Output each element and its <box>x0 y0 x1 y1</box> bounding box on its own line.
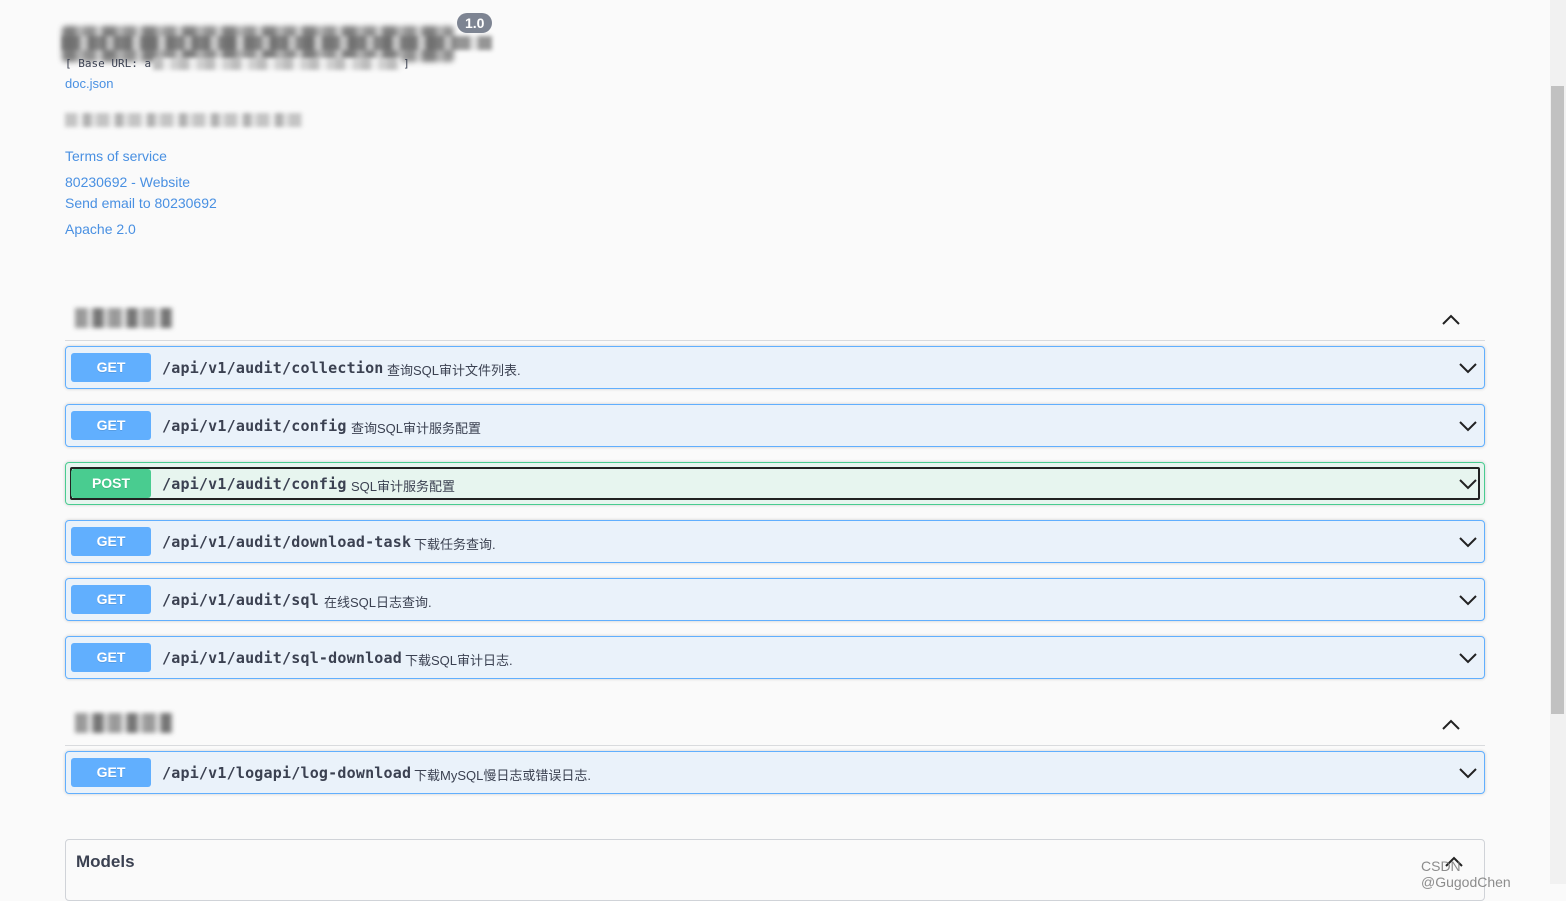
watermark: CSDN @GugodChen <box>1421 858 1511 890</box>
operation-path: /api/v1/audit/download-task <box>162 533 412 551</box>
operation-path: /api/v1/audit/collection <box>162 359 384 377</box>
terms-of-service-link[interactable]: Terms of service <box>65 148 167 164</box>
method-badge: GET <box>71 643 151 672</box>
redacted-tag-name <box>75 713 173 733</box>
redacted-description <box>65 113 303 127</box>
chevron-down-icon[interactable] <box>1458 416 1478 436</box>
operation-post-audit-config[interactable]: POST /api/v1/audit/config SQL审计服务配置 <box>65 462 1485 505</box>
operation-summary: 在线SQL日志查询. <box>324 595 432 610</box>
api-title <box>62 10 502 62</box>
operation-summary: SQL审计服务配置 <box>351 479 456 494</box>
website-link[interactable]: 80230692 - Website <box>65 174 190 190</box>
operation-summary: 下载MySQL慢日志或错误日志. <box>414 768 591 783</box>
operation-get-audit-sql[interactable]: GET /api/v1/audit/sql 在线SQL日志查询. <box>65 578 1485 621</box>
method-badge: GET <box>71 411 151 440</box>
redacted-title-band <box>62 36 492 50</box>
operation-get-audit-download-task[interactable]: GET /api/v1/audit/download-task 下载任务查询. <box>65 520 1485 563</box>
operation-summary: 下载任务查询. <box>414 537 496 552</box>
operation-get-audit-config[interactable]: GET /api/v1/audit/config 查询SQL审计服务配置 <box>65 404 1485 447</box>
chevron-down-icon[interactable] <box>1458 763 1478 783</box>
operation-summary: 查询SQL审计文件列表. <box>387 363 521 378</box>
base-url: [ Base URL: a] <box>65 57 410 70</box>
models-title: Models <box>76 852 135 871</box>
chevron-up-icon[interactable] <box>1441 715 1461 735</box>
vertical-scrollbar[interactable] <box>1550 0 1566 884</box>
version-badge: 1.0 <box>457 13 493 33</box>
scrollbar-thumb[interactable] <box>1551 86 1564 714</box>
method-badge: GET <box>71 758 151 787</box>
chevron-down-icon[interactable] <box>1458 590 1478 610</box>
operation-path: /api/v1/audit/sql <box>162 591 319 609</box>
operation-summary: 查询SQL审计服务配置 <box>351 421 482 436</box>
method-badge: GET <box>71 527 151 556</box>
operation-path: /api/v1/audit/config <box>162 417 347 435</box>
operation-path: /api/v1/audit/config <box>162 475 347 493</box>
base-url-prefix: [ Base URL: a <box>65 57 152 70</box>
operation-get-audit-collection[interactable]: GET /api/v1/audit/collection 查询SQL审计文件列表… <box>65 346 1485 389</box>
swagger-page: 1.0 [ Base URL: a] doc.json Terms of ser… <box>0 0 1550 901</box>
method-badge: GET <box>71 353 151 382</box>
chevron-down-icon[interactable] <box>1458 648 1478 668</box>
operation-get-audit-sql-download[interactable]: GET /api/v1/audit/sql-download 下载SQL审计日志… <box>65 636 1485 679</box>
license-link[interactable]: Apache 2.0 <box>65 221 136 237</box>
redacted-tag-name <box>75 308 173 328</box>
operation-get-log-download[interactable]: GET /api/v1/logapi/log-download 下载MySQL慢… <box>65 751 1485 794</box>
chevron-up-icon[interactable] <box>1441 310 1461 330</box>
tag-section-audit[interactable] <box>65 300 1485 341</box>
chevron-down-icon[interactable] <box>1458 474 1478 494</box>
method-badge: POST <box>71 469 151 498</box>
doc-json-link[interactable]: doc.json <box>65 76 113 91</box>
tag-section-log[interactable] <box>65 705 1485 746</box>
redacted-base-url <box>153 58 402 70</box>
email-link[interactable]: Send email to 80230692 <box>65 195 217 211</box>
operation-path: /api/v1/audit/sql-download <box>162 649 402 667</box>
method-badge: GET <box>71 585 151 614</box>
models-section[interactable]: Models <box>65 839 1485 901</box>
operation-path: /api/v1/logapi/log-download <box>162 764 412 782</box>
operation-summary: 下载SQL审计日志. <box>405 653 513 668</box>
base-url-suffix: ] <box>403 57 410 70</box>
chevron-down-icon[interactable] <box>1458 358 1478 378</box>
chevron-down-icon[interactable] <box>1458 532 1478 552</box>
